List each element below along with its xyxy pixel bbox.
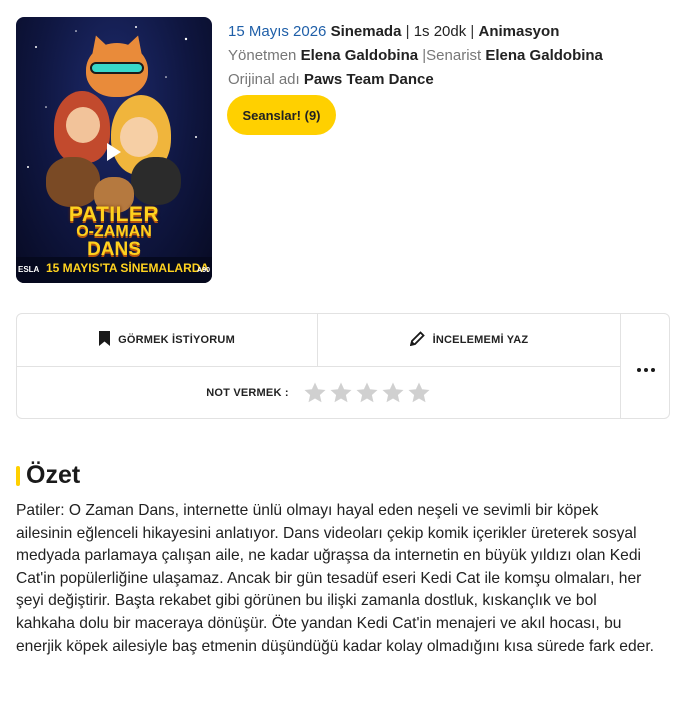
- original-title-label: Orijinal adı: [228, 71, 300, 88]
- movie-poster[interactable]: PATILER O-ZAMAN DANS ESLA 15 MAYIS'TA Sİ…: [16, 17, 212, 283]
- director-link[interactable]: Elena Galdobina: [301, 47, 419, 64]
- more-options-button[interactable]: [620, 314, 670, 418]
- star-icon[interactable]: [407, 381, 431, 405]
- star-icon[interactable]: [329, 381, 353, 405]
- play-icon[interactable]: [107, 143, 121, 161]
- genre-link[interactable]: Animasyon: [479, 23, 560, 40]
- poster-cat-glasses: [90, 62, 144, 74]
- want-to-watch-button[interactable]: GÖRMEK İSTİYORUM: [17, 314, 318, 367]
- want-to-watch-label: GÖRMEK İSTİYORUM: [118, 334, 235, 346]
- star-icon[interactable]: [355, 381, 379, 405]
- poster-dog: [131, 157, 181, 205]
- action-card: GÖRMEK İSTİYORUM İNCELEMEMİ YAZ NOT VERM…: [16, 313, 670, 419]
- original-title: Paws Team Dance: [303, 71, 434, 88]
- writer-link[interactable]: Elena Galdobina: [485, 47, 603, 64]
- release-row: 15 Mayıs 2026 Sinemada | 1s 20dk | Anima…: [228, 20, 603, 44]
- poster-rating-logo: A90: [197, 267, 210, 274]
- summary-header: Özet: [16, 461, 80, 490]
- poster-release-text: 15 MAYIS'TA SİNEMALARDA: [46, 261, 210, 275]
- star-rating[interactable]: [303, 381, 431, 405]
- release-status: Sinemada: [330, 23, 402, 40]
- writer-label: Senarist: [426, 47, 482, 64]
- more-dots-icon: [636, 357, 655, 376]
- section-accent-bar: [16, 465, 20, 486]
- showtimes-button[interactable]: Seanslar! (9): [227, 95, 336, 135]
- separator: |: [470, 23, 475, 40]
- credits-row: Yönetmen Elena Galdobina |Senarist Elena…: [228, 44, 603, 68]
- star-icon[interactable]: [303, 381, 327, 405]
- poster-dog: [46, 157, 100, 207]
- summary-title: Özet: [26, 461, 81, 489]
- director-label: Yönetmen: [228, 47, 297, 64]
- pencil-icon: [409, 330, 425, 350]
- release-date[interactable]: 15 Mayıs 2026: [228, 23, 326, 40]
- write-review-button[interactable]: İNCELEMEMİ YAZ: [318, 314, 620, 367]
- movie-info: 15 Mayıs 2026 Sinemada | 1s 20dk | Anima…: [228, 20, 603, 92]
- separator: |: [405, 23, 410, 40]
- poster-character-face: [120, 117, 158, 157]
- write-review-label: İNCELEMEMİ YAZ: [432, 334, 529, 346]
- star-icon[interactable]: [381, 381, 405, 405]
- poster-character-face: [66, 107, 100, 143]
- poster-studio-logo: ESLA: [18, 265, 40, 274]
- original-title-row: Orijinal adı Paws Team Dance: [228, 68, 603, 92]
- rating-row: NOT VERMEK :: [17, 367, 620, 418]
- bookmark-icon: [99, 330, 111, 350]
- summary-text: Patiler: O Zaman Dans, internette ünlü o…: [16, 502, 654, 655]
- duration: 1s 20dk: [413, 23, 467, 40]
- rate-label: NOT VERMEK :: [206, 386, 289, 399]
